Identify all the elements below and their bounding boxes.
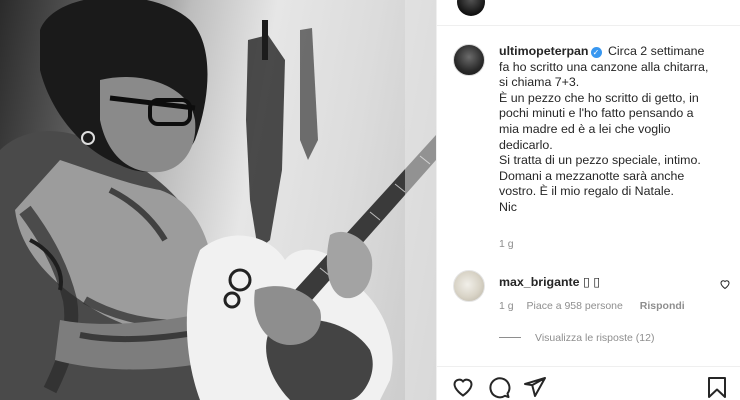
caption-avatar[interactable] <box>453 44 485 76</box>
view-replies-label: Visualizza le risposte (12) <box>535 332 655 344</box>
verified-badge-icon: ✓ <box>590 47 602 58</box>
caption-line: Si tratta di un pezzo speciale, intimo. <box>499 153 701 168</box>
post-side-panel: ultimopeterpan ✓ Circa 2 settimane fa ho … <box>436 0 740 400</box>
caption-line: Domani a mezzanotte sarà anche <box>499 168 685 183</box>
caption-line: È un pezzo che ho scritto di getto, in <box>499 90 699 105</box>
caption-line: fa ho scritto una canzone alla chitarra, <box>499 59 709 74</box>
caption-line: pochi minuti e l'ho fatto pensando a <box>499 106 694 121</box>
caption-line: dedicarlo. <box>499 137 553 152</box>
comment-username[interactable]: max_brigante <box>499 275 580 289</box>
photo-illustration <box>0 0 436 400</box>
caption-first-line: ultimopeterpan ✓ Circa 2 settimane <box>499 44 735 60</box>
comment-like-heart-icon[interactable] <box>719 278 731 293</box>
comment-timestamp[interactable]: 1 g <box>499 300 514 312</box>
caption-body: ultimopeterpan ✓ Circa 2 settimane fa ho … <box>499 44 735 216</box>
caption-line: vostro. È il mio regalo di Natale. <box>499 184 674 199</box>
caption-line: Circa 2 settimane <box>607 44 705 58</box>
caption-line: Nic <box>499 199 517 214</box>
commenter-avatar[interactable] <box>453 270 485 302</box>
caption-line: mia madre ed è a lei che voglio <box>499 121 671 136</box>
post-photo[interactable] <box>0 0 436 400</box>
comment-likes[interactable]: Piace a 958 persone <box>527 300 623 312</box>
bookmark-icon[interactable] <box>705 375 729 399</box>
caption-line: si chiama 7+3. <box>499 75 580 90</box>
comment-meta: 1 g Piace a 958 persone Rispondi <box>499 300 695 312</box>
comment-icon[interactable] <box>487 375 511 399</box>
caption-timestamp[interactable]: 1 g <box>499 238 514 250</box>
comment-text: ▯ ▯ <box>583 275 601 289</box>
caption-username[interactable]: ultimopeterpan <box>499 44 589 58</box>
replies-divider <box>499 337 521 338</box>
view-replies-button[interactable]: Visualizza le risposte (12) <box>499 332 654 344</box>
share-icon[interactable] <box>523 375 547 399</box>
action-bar <box>437 366 740 400</box>
post-header <box>437 0 740 26</box>
reply-button[interactable]: Rispondi <box>640 300 685 312</box>
heart-icon[interactable] <box>451 375 475 399</box>
comment-line: max_brigante ▯ ▯ <box>499 274 600 289</box>
author-avatar[interactable] <box>457 0 485 16</box>
